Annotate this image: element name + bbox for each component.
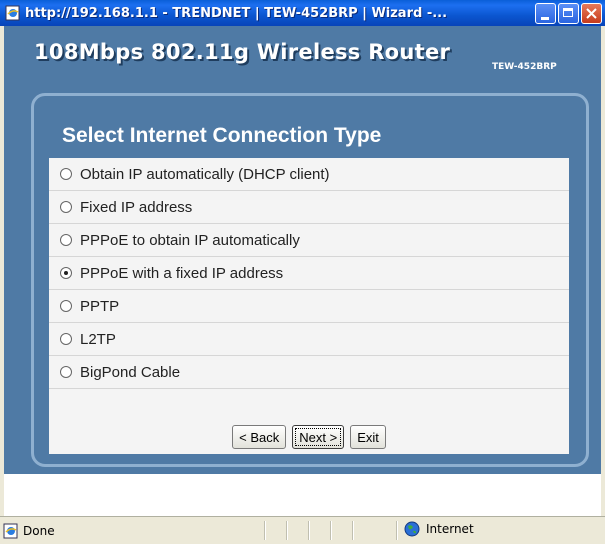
- panel-header: Select Internet Connection Type: [49, 114, 569, 158]
- back-button[interactable]: < Back: [232, 425, 287, 449]
- radio-fixed-ip[interactable]: [60, 201, 72, 213]
- connection-type-panel: Select Internet Connection Type Obtain I…: [49, 114, 569, 420]
- option-fixed-ip[interactable]: Fixed IP address: [49, 191, 569, 224]
- radio-bigpond[interactable]: [60, 366, 72, 378]
- status-separator: [352, 521, 354, 540]
- exit-button[interactable]: Exit: [350, 425, 386, 449]
- status-separator: [308, 521, 310, 540]
- status-separator: [330, 521, 332, 540]
- option-dhcp[interactable]: Obtain IP automatically (DHCP client): [49, 158, 569, 191]
- status-bar: Done Internet: [0, 516, 605, 544]
- option-label: PPTP: [80, 297, 120, 315]
- option-label: BigPond Cable: [80, 363, 181, 381]
- radio-pppoe-auto[interactable]: [60, 234, 72, 246]
- ie-page-icon: [5, 5, 20, 21]
- maximize-button[interactable]: [558, 3, 579, 24]
- status-separator: [286, 521, 288, 540]
- next-button[interactable]: Next >: [292, 425, 345, 449]
- radio-pptp[interactable]: [60, 300, 72, 312]
- router-title: 108Mbps 802.11g Wireless Router: [34, 40, 451, 64]
- status-text: Done: [23, 523, 55, 538]
- status-separator: [396, 521, 398, 540]
- option-label: Obtain IP automatically (DHCP client): [80, 165, 330, 183]
- option-l2tp[interactable]: L2TP: [49, 323, 569, 356]
- close-icon: [586, 8, 597, 19]
- blank-area: [4, 474, 601, 516]
- panel-title: Select Internet Connection Type: [62, 124, 382, 147]
- window-title: http://192.168.1.1 - TRENDNET | TEW-452B…: [25, 5, 448, 21]
- radio-dhcp[interactable]: [60, 168, 72, 180]
- page-done-icon: [3, 523, 18, 538]
- zone-text: Internet: [426, 522, 474, 536]
- router-header: 108Mbps 802.11g Wireless Router TEW-452B…: [4, 26, 601, 82]
- option-label: PPPoE with a fixed IP address: [80, 264, 284, 282]
- security-zone: Internet: [404, 521, 474, 537]
- close-button[interactable]: [581, 3, 602, 24]
- globe-icon: [404, 521, 420, 537]
- option-bigpond[interactable]: BigPond Cable: [49, 356, 569, 389]
- window-title-bar[interactable]: http://192.168.1.1 - TRENDNET | TEW-452B…: [0, 0, 605, 26]
- status-separator: [264, 521, 266, 540]
- radio-l2tp[interactable]: [60, 333, 72, 345]
- option-label: Fixed IP address: [80, 198, 193, 216]
- minimize-button[interactable]: [535, 3, 556, 24]
- router-model: TEW-452BRP: [492, 62, 557, 72]
- option-pptp[interactable]: PPTP: [49, 290, 569, 323]
- option-label: L2TP: [80, 330, 116, 348]
- wizard-button-row: < Back Next > Exit: [49, 420, 569, 454]
- radio-pppoe-fixed[interactable]: [60, 267, 72, 279]
- option-pppoe-fixed[interactable]: PPPoE with a fixed IP address: [49, 257, 569, 290]
- web-content: 108Mbps 802.11g Wireless Router TEW-452B…: [4, 26, 601, 474]
- option-pppoe-auto[interactable]: PPPoE to obtain IP automatically: [49, 224, 569, 257]
- option-label: PPPoE to obtain IP automatically: [80, 231, 300, 249]
